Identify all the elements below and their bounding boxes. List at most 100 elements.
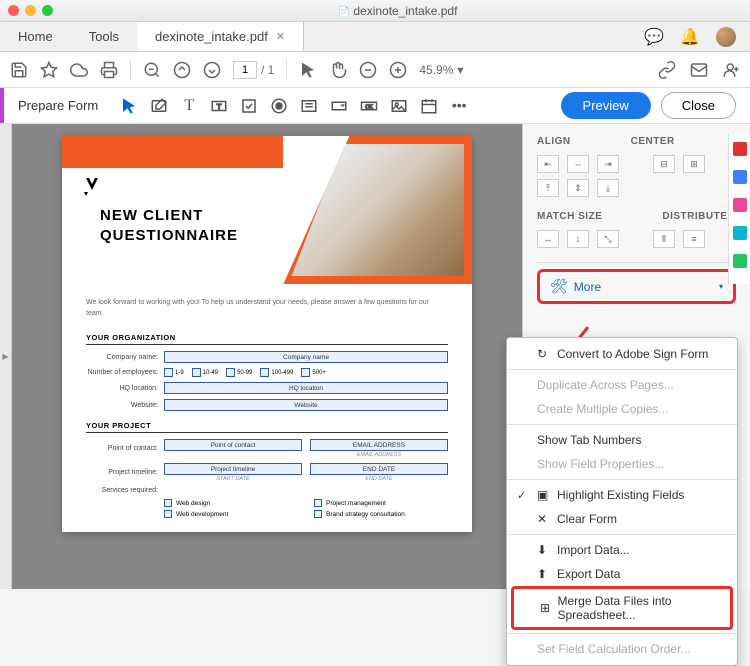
text-field-icon[interactable]: T bbox=[180, 97, 198, 115]
zoom-plus-icon[interactable] bbox=[389, 61, 407, 79]
check-brand[interactable] bbox=[314, 510, 322, 518]
tab-tools[interactable]: Tools bbox=[71, 22, 137, 51]
dropdown-field-icon[interactable] bbox=[330, 97, 348, 115]
field-enddate[interactable]: END DATE bbox=[310, 463, 448, 475]
share-person-icon[interactable] bbox=[722, 61, 740, 79]
user-avatar[interactable] bbox=[716, 27, 736, 47]
document-title: NEW CLIENT QUESTIONNAIRE bbox=[100, 206, 238, 245]
field-timeline[interactable]: Project timeline bbox=[164, 463, 302, 475]
hero-image bbox=[291, 144, 464, 276]
dd-clear-form[interactable]: ✕Clear Form bbox=[507, 507, 737, 531]
match-both-icon[interactable]: ⤡ bbox=[597, 230, 619, 248]
date-field-icon[interactable] bbox=[420, 97, 438, 115]
center-v-icon[interactable]: ⊞ bbox=[683, 155, 705, 173]
comment-icon[interactable]: 💬 bbox=[644, 27, 664, 47]
tool-export-pdf-icon[interactable] bbox=[733, 198, 747, 212]
page-number: / 1 bbox=[233, 61, 274, 79]
list-field-icon[interactable] bbox=[300, 97, 318, 115]
check-webdesign[interactable] bbox=[164, 499, 172, 507]
distribute-h-icon[interactable]: ⦀ bbox=[653, 230, 675, 248]
window-title: 📄 dexinote_intake.pdf bbox=[53, 4, 742, 18]
chevron-down-icon: ▾ bbox=[719, 282, 723, 291]
more-dropdown-button[interactable]: 🛠 More ▾ bbox=[537, 269, 736, 304]
label-employees: Number of employees: bbox=[86, 369, 164, 376]
check-webdev[interactable] bbox=[164, 510, 172, 518]
check-pm[interactable] bbox=[314, 499, 322, 507]
print-icon[interactable] bbox=[100, 61, 118, 79]
close-button[interactable]: Close bbox=[661, 92, 736, 119]
dd-import-data[interactable]: ⬇Import Data... bbox=[507, 538, 737, 562]
field-poc[interactable]: Point of contact bbox=[164, 439, 302, 451]
align-middle-icon[interactable]: ⇕ bbox=[567, 179, 589, 197]
close-window[interactable] bbox=[8, 5, 19, 16]
distribute-v-icon[interactable]: ≡ bbox=[683, 230, 705, 248]
maximize-window[interactable] bbox=[42, 5, 53, 16]
center-heading: CENTER bbox=[631, 136, 675, 147]
radio-10-49[interactable] bbox=[192, 368, 201, 377]
label-website: Website: bbox=[86, 402, 164, 409]
label-poc: Point of contact: bbox=[86, 445, 164, 452]
center-h-icon[interactable]: ⊟ bbox=[653, 155, 675, 173]
arrow-tool-icon[interactable] bbox=[120, 97, 138, 115]
main-tabs: Home Tools dexinote_intake.pdf ✕ 💬 🔔 bbox=[0, 22, 750, 52]
dd-duplicate: Duplicate Across Pages... bbox=[507, 373, 737, 397]
match-width-icon[interactable]: ↔ bbox=[537, 230, 559, 248]
tool-organize-icon[interactable] bbox=[733, 254, 747, 268]
star-icon[interactable] bbox=[40, 61, 58, 79]
hand-tool-icon[interactable] bbox=[329, 61, 347, 79]
minimize-window[interactable] bbox=[25, 5, 36, 16]
text-box-icon[interactable]: T bbox=[210, 97, 228, 115]
radio-100-499[interactable] bbox=[260, 368, 269, 377]
dd-highlight-fields[interactable]: ✓▣Highlight Existing Fields bbox=[507, 483, 737, 507]
align-left-icon[interactable]: ⇤ bbox=[537, 155, 559, 173]
align-top-icon[interactable]: ⤒ bbox=[537, 179, 559, 197]
tool-create-pdf-icon[interactable] bbox=[733, 142, 747, 156]
field-email[interactable]: EMAIL ADDRESS bbox=[310, 439, 448, 451]
cloud-icon[interactable] bbox=[70, 61, 88, 79]
zoom-minus-icon[interactable] bbox=[359, 61, 377, 79]
align-bottom-icon[interactable]: ⤓ bbox=[597, 179, 619, 197]
field-company[interactable]: Company name bbox=[164, 351, 448, 363]
field-hq[interactable]: HQ location bbox=[164, 382, 448, 394]
more-tools-icon[interactable]: ••• bbox=[450, 97, 468, 115]
radio-50-99[interactable] bbox=[226, 368, 235, 377]
notification-bell-icon[interactable]: 🔔 bbox=[680, 27, 700, 47]
tab-home[interactable]: Home bbox=[0, 22, 71, 51]
section-org: YOUR ORGANIZATION bbox=[86, 333, 448, 345]
nav-down-icon[interactable] bbox=[203, 61, 221, 79]
close-tab-icon[interactable]: ✕ bbox=[276, 30, 285, 43]
tool-comment-icon[interactable] bbox=[733, 226, 747, 240]
radio-field-icon[interactable] bbox=[270, 97, 288, 115]
zoom-level[interactable]: 45.9% ▾ bbox=[419, 63, 463, 77]
share-link-icon[interactable] bbox=[658, 61, 676, 79]
image-field-icon[interactable] bbox=[390, 97, 408, 115]
checkbox-field-icon[interactable] bbox=[240, 97, 258, 115]
page-current-input[interactable] bbox=[233, 61, 257, 79]
email-icon[interactable] bbox=[690, 61, 708, 79]
svg-text:T: T bbox=[217, 102, 222, 111]
intro-text: We look forward to working with you! To … bbox=[86, 298, 448, 319]
align-right-icon[interactable]: ⇥ bbox=[597, 155, 619, 173]
prepare-form-toolbar: Prepare Form T T OK ••• Preview Close bbox=[0, 88, 750, 124]
field-edit-icon[interactable] bbox=[150, 97, 168, 115]
selection-arrow-icon[interactable] bbox=[299, 61, 317, 79]
radio-500[interactable] bbox=[301, 368, 310, 377]
nav-up-icon[interactable] bbox=[173, 61, 191, 79]
zoom-out-icon[interactable] bbox=[143, 61, 161, 79]
field-website[interactable]: Website bbox=[164, 399, 448, 411]
radio-1-9[interactable] bbox=[164, 368, 173, 377]
preview-button[interactable]: Preview bbox=[561, 92, 651, 119]
ok-button-icon[interactable]: OK bbox=[360, 97, 378, 115]
dd-multi-copies: Create Multiple Copies... bbox=[507, 397, 737, 421]
save-icon[interactable] bbox=[10, 61, 28, 79]
left-sidebar-toggle[interactable]: ▶ bbox=[0, 124, 12, 589]
tab-document[interactable]: dexinote_intake.pdf ✕ bbox=[137, 22, 304, 51]
dd-tab-numbers[interactable]: Show Tab Numbers bbox=[507, 428, 737, 452]
dd-convert-sign[interactable]: ↻Convert to Adobe Sign Form bbox=[507, 342, 737, 366]
pdf-page: NEW CLIENT QUESTIONNAIRE We look forward… bbox=[62, 136, 472, 532]
tool-edit-pdf-icon[interactable] bbox=[733, 170, 747, 184]
match-height-icon[interactable]: ↕ bbox=[567, 230, 589, 248]
dd-export-data[interactable]: ⬆Export Data bbox=[507, 562, 737, 586]
align-center-h-icon[interactable]: ⇔ bbox=[567, 155, 589, 173]
dd-merge-spreadsheet[interactable]: ⊞Merge Data Files into Spreadsheet... bbox=[511, 586, 733, 630]
